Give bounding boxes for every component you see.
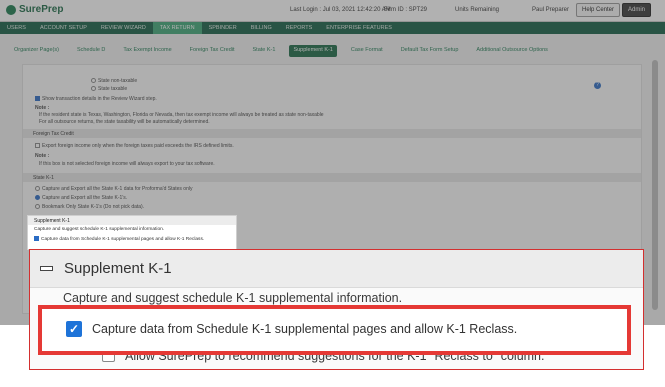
supplement-k1-mini-panel: Supplement K-1 Capture and suggest sched… — [27, 215, 237, 250]
section-title: Supplement K-1 — [64, 260, 172, 277]
section-description: Capture and suggest schedule K-1 supplem… — [63, 291, 403, 305]
supplement-k1-header[interactable]: Supplement K-1 — [30, 250, 643, 288]
capture-k1-checkbox[interactable]: ✓ — [66, 321, 82, 337]
option-label: Capture data from Schedule K-1 supplemen… — [41, 236, 205, 242]
checkbox-icon — [34, 236, 39, 241]
mini-panel-desc: Capture and suggest schedule K-1 supplem… — [34, 227, 165, 232]
mini-panel-option[interactable]: Capture data from Schedule K-1 supplemen… — [28, 234, 236, 244]
capture-k1-label[interactable]: Capture data from Schedule K-1 supplemen… — [92, 322, 517, 336]
mini-panel-title: Supplement K-1 — [28, 216, 236, 225]
collapse-icon[interactable] — [40, 266, 53, 271]
